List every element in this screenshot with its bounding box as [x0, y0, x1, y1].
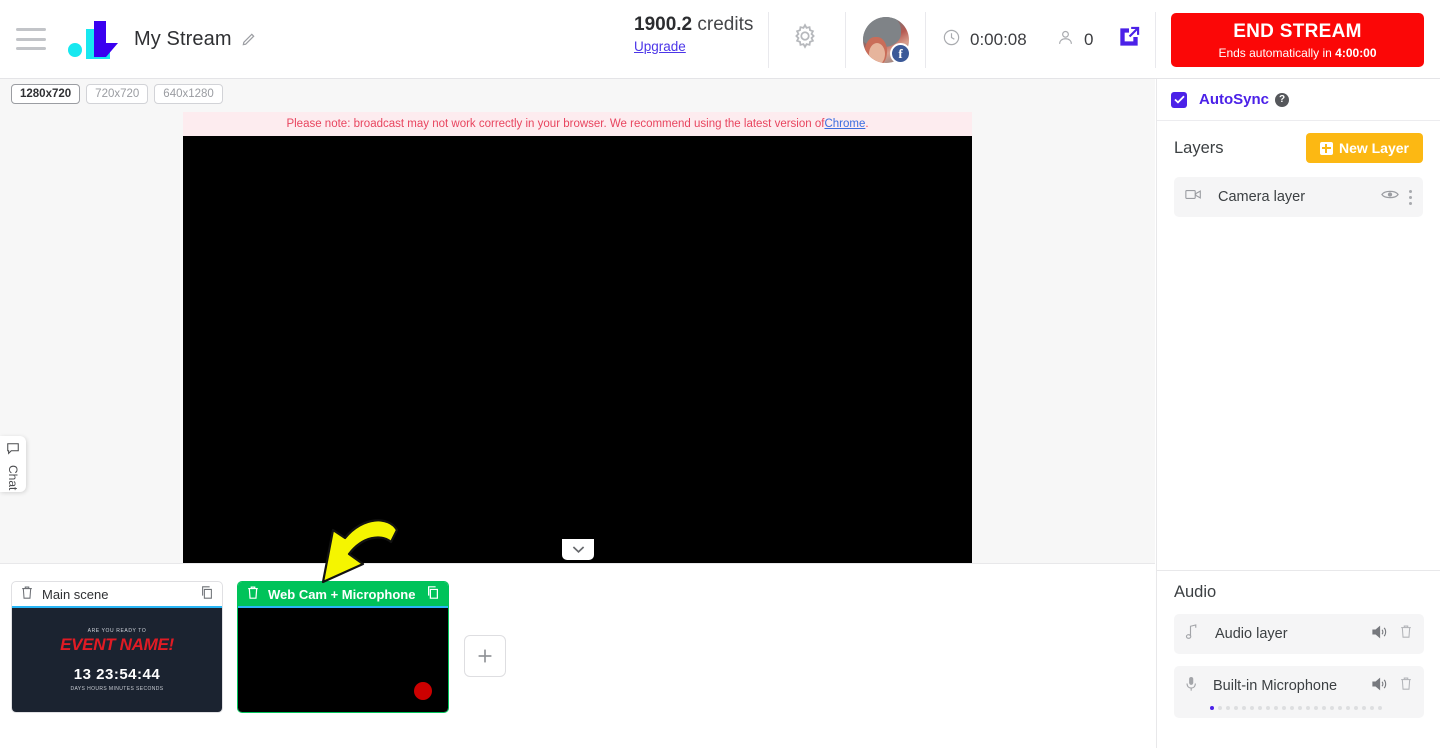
end-stream-label: END STREAM [1233, 20, 1362, 42]
end-stream-button[interactable]: END STREAM Ends automatically in 4:00:00 [1171, 13, 1424, 67]
speaker-icon[interactable] [1372, 677, 1389, 696]
popout-external-link-icon[interactable] [1116, 24, 1142, 55]
browser-warning-suffix: . [865, 118, 869, 130]
eye-icon[interactable] [1381, 188, 1399, 206]
lightstream-logo-icon[interactable] [64, 17, 120, 61]
layers-title: Layers [1174, 138, 1224, 157]
right-sidebar: AutoSync ? Layers New Layer Camera layer [1156, 79, 1440, 748]
scene-thumbnail [238, 608, 448, 712]
pencil-edit-icon[interactable] [241, 32, 256, 47]
autosync-row: AutoSync ? [1157, 79, 1440, 121]
add-scene-button[interactable] [464, 635, 506, 677]
top-bar: My Stream 1900.2 credits Upgrade f 0:00:… [0, 0, 1440, 79]
autosync-label: AutoSync [1199, 91, 1270, 108]
chevron-down-icon[interactable] [562, 539, 594, 560]
countdown-overlay: ARE YOU READY TO EVENT NAME! 13 23:54:44… [12, 608, 222, 692]
person-icon [1056, 28, 1075, 52]
audio-name: Audio layer [1215, 626, 1288, 642]
layers-header: Layers New Layer [1157, 121, 1440, 163]
resolution-tab-640x1280[interactable]: 640x1280 [154, 84, 223, 104]
divider [1155, 12, 1156, 68]
viewer-count: 0 [1056, 28, 1093, 52]
scenes-strip: Main scene ARE YOU READY TO EVENT NAME! … [0, 563, 1155, 748]
help-question-icon[interactable]: ? [1275, 92, 1290, 107]
preview-stage: 1280x720 720x720 640x1280 Please note: b… [0, 79, 1155, 574]
audio-row-audio-layer[interactable]: Audio layer [1174, 614, 1424, 654]
gear-icon[interactable] [791, 22, 819, 55]
elapsed-time: 0:00:08 [970, 30, 1027, 49]
audio-name: Built-in Microphone [1213, 678, 1338, 694]
layer-name: Camera layer [1218, 189, 1306, 205]
camera-icon [1185, 188, 1202, 206]
layer-row-actions [1381, 188, 1412, 206]
chrome-link[interactable]: Chrome [824, 118, 865, 130]
video-preview[interactable] [183, 136, 972, 574]
page-title: My Stream [134, 27, 232, 50]
audio-row-built-in-microphone[interactable]: Built-in Microphone [1174, 666, 1424, 718]
avatar[interactable]: f [863, 17, 911, 64]
credits-label: credits [697, 14, 754, 35]
microphone-icon [1185, 676, 1197, 697]
scene-card-web-cam-microphone[interactable]: Web Cam + Microphone [237, 581, 449, 713]
divider [925, 12, 926, 68]
trash-icon[interactable] [20, 585, 34, 603]
speaker-icon[interactable] [1372, 625, 1389, 644]
new-layer-label: New Layer [1338, 140, 1409, 156]
auto-end-prefix: Ends automatically in [1218, 45, 1336, 60]
trash-icon[interactable] [1399, 624, 1413, 644]
countdown-pretitle: ARE YOU READY TO [87, 628, 147, 634]
facebook-badge-icon: f [890, 43, 911, 64]
auto-end-time: 4:00:00 [1335, 45, 1377, 60]
copy-icon[interactable] [426, 585, 440, 603]
credits-block: 1900.2 credits Upgrade [634, 14, 753, 56]
new-layer-button[interactable]: New Layer [1305, 133, 1423, 163]
plus-icon [1319, 141, 1333, 155]
scene-name: Main scene [42, 586, 109, 602]
end-stream-subtitle: Ends automatically in 4:00:00 [1218, 46, 1376, 60]
broadcast-studio-app: My Stream 1900.2 credits Upgrade f 0:00:… [0, 0, 1440, 748]
chat-tab-label: Chat [6, 465, 20, 491]
scene-thumbnail: ARE YOU READY TO EVENT NAME! 13 23:54:44… [12, 608, 222, 712]
record-dot-icon [414, 682, 432, 700]
scene-header: Main scene [12, 582, 222, 608]
chat-bubble-icon [6, 442, 20, 461]
resolution-tab-1280x720[interactable]: 1280x720 [11, 84, 81, 104]
copy-icon[interactable] [200, 585, 214, 603]
scene-name: Web Cam + Microphone [268, 586, 416, 602]
chat-panel-tab[interactable]: Chat [0, 436, 26, 492]
divider [768, 12, 769, 68]
browser-warning-banner: Please note: broadcast may not work corr… [183, 112, 972, 136]
audio-row-actions [1372, 676, 1413, 696]
browser-warning-text: Please note: broadcast may not work corr… [286, 118, 825, 130]
clock-icon [942, 28, 961, 52]
audio-title: Audio [1174, 583, 1217, 601]
trash-icon[interactable] [1399, 676, 1413, 696]
hamburger-menu-icon[interactable] [16, 28, 46, 50]
resolution-tab-720x720[interactable]: 720x720 [86, 84, 149, 104]
microphone-level-meter [1185, 706, 1413, 718]
autosync-checkbox[interactable] [1171, 91, 1187, 108]
stream-timer: 0:00:08 [942, 28, 1027, 52]
trash-icon[interactable] [246, 585, 260, 603]
divider [845, 12, 846, 68]
upgrade-link[interactable]: Upgrade [634, 39, 686, 54]
music-note-icon [1185, 623, 1199, 645]
countdown-title: EVENT NAME! [60, 635, 174, 654]
more-vertical-icon[interactable] [1409, 189, 1412, 205]
audio-header: Audio [1157, 571, 1440, 614]
audio-row-actions [1372, 624, 1413, 644]
audio-section: Audio Audio layer Built-in Microphone [1157, 570, 1440, 748]
countdown-value: 13 23:54:44 [73, 666, 161, 683]
scene-header: Web Cam + Microphone [238, 582, 448, 608]
credits-value: 1900.2 [634, 14, 693, 35]
viewers-value: 0 [1084, 30, 1094, 49]
resolution-tabs: 1280x720 720x720 640x1280 [11, 84, 223, 104]
scene-card-main-scene[interactable]: Main scene ARE YOU READY TO EVENT NAME! … [11, 581, 223, 713]
layer-row-camera[interactable]: Camera layer [1174, 177, 1423, 217]
credits-text: 1900.2 credits [634, 14, 753, 36]
countdown-labels: DAYS HOURS MINUTES SECONDS [70, 686, 164, 692]
